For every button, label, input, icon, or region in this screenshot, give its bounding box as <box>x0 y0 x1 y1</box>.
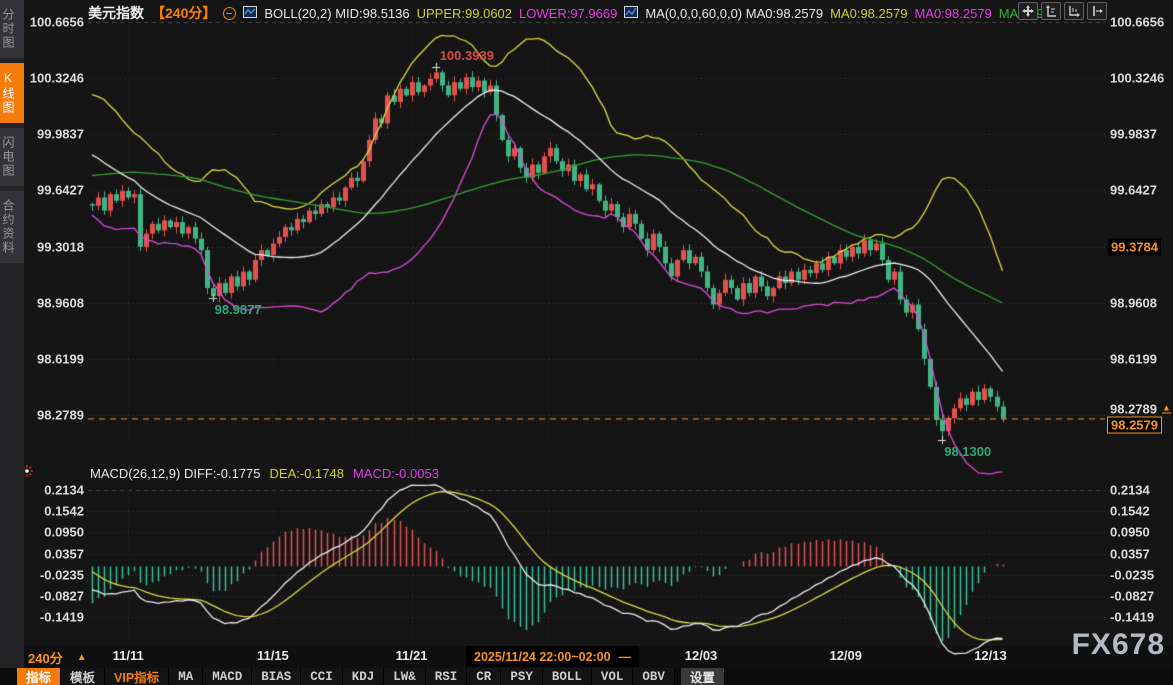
indicator-toolbar: 指标模板VIP指标MAMACDBIASCCIKDJLW&RSICRPSYBOLL… <box>0 668 1173 685</box>
y-axis-label-left: 99.6427 <box>26 183 84 198</box>
period-title: 【240分】 <box>151 3 216 23</box>
y-axis-label-right: 99.9837 <box>1110 127 1157 142</box>
x-axis-tick-label: 11/15 <box>257 648 289 663</box>
x-axis-tick-label: 11/21 <box>396 648 428 663</box>
toolbar-button-settings[interactable]: 设置 <box>681 668 725 685</box>
last-price-tag: 98.2579 <box>1107 417 1162 434</box>
toolbar-button-ma[interactable]: MA <box>169 668 203 685</box>
period-dropdown-arrow-icon: ▲ <box>77 652 87 663</box>
macd-axis-label-right: -0.0827 <box>1110 589 1154 604</box>
toolbar-button-templates[interactable]: 模板 <box>61 668 105 685</box>
y-axis-label-left: 98.9608 <box>26 295 84 310</box>
chart-canvas[interactable] <box>0 0 1173 685</box>
ma0-yellow-value: MA0:98.2579 <box>830 6 907 21</box>
macd-axis-label-right: 0.1542 <box>1110 504 1150 519</box>
y-axis-label-left: 100.6656 <box>26 15 84 30</box>
macd-axis-label-left: 0.2134 <box>26 483 84 498</box>
boll-upper-value: UPPER:99.0602 <box>417 6 512 21</box>
sidebar-item-kline-chart[interactable]: K线图 <box>0 63 24 123</box>
macd-axis-label-left: -0.0827 <box>26 589 84 604</box>
selected-candle-time-label: 2025/11/24 22:00~02:00 — <box>466 646 639 667</box>
pan-icon[interactable] <box>1018 2 1038 20</box>
y-axis-label-left: 99.3018 <box>26 239 84 254</box>
toolbar-button-lw[interactable]: LW& <box>384 668 426 685</box>
x-axis-tick-label: 12/09 <box>829 648 862 663</box>
macd-axis-label-right: 0.2134 <box>1110 483 1150 498</box>
ma-indicator-icon <box>624 6 638 21</box>
macd-axis-label-right: 0.0357 <box>1110 546 1150 561</box>
boll-lower-value: LOWER:97.9669 <box>519 6 617 21</box>
ma0-magenta-value: MA0:98.2579 <box>914 6 991 21</box>
macd-label: MACD(26,12,9) DIFF:-0.1775 <box>90 466 261 481</box>
macd-axis-label-left: 0.0357 <box>26 546 84 561</box>
macd-dea-value: DEA:-0.1748 <box>270 466 344 481</box>
toolbar-button-cci[interactable]: CCI <box>301 668 343 685</box>
macd-axis-label-left: 0.0950 <box>26 525 84 540</box>
toolbar-button-cr[interactable]: CR <box>467 668 501 685</box>
toolbar-button-kdj[interactable]: KDJ <box>343 668 385 685</box>
trading-app: 分时图 K线图闪电图合约资料 美元指数 【240分】 BOLL(20,2) MID… <box>0 0 1173 685</box>
y-axis-label-right: 99.6427 <box>1110 183 1157 198</box>
toolbar-button-psy[interactable]: PSY <box>501 668 543 685</box>
upper-band-price-tag: 99.3784 <box>1108 238 1161 255</box>
toolbar-button-rsi[interactable]: RSI <box>426 668 468 685</box>
y-axis-label-right: 98.6199 <box>1110 351 1157 366</box>
price-up-arrow-icon: ▲ <box>1162 404 1171 414</box>
boll-indicator-icon <box>243 6 257 21</box>
macd-axis-label-right: 0.0950 <box>1110 525 1150 540</box>
macd-axis-label-left: -0.1419 <box>26 610 84 625</box>
last-gridline-label: 98.2789 ▲ <box>1110 401 1171 416</box>
toolbar-button-macd[interactable]: MACD <box>203 668 252 685</box>
macd-axis-label-right: -0.0235 <box>1110 567 1154 582</box>
pane-toggle-icon[interactable] <box>1087 2 1107 20</box>
y-axis-label-right: 98.9608 <box>1110 295 1157 310</box>
macd-header: MACD(26,12,9) DIFF:-0.1775 DEA:-0.1748 M… <box>90 466 439 481</box>
y-axis-label-left: 98.2789 <box>26 407 84 422</box>
crosshair-dash-icon: — <box>619 650 632 664</box>
period-selector[interactable]: 240分 ▲ <box>28 648 87 667</box>
x-axis-tick-label: 12/13 <box>974 648 1007 663</box>
zoom-y-axis-icon[interactable] <box>1041 2 1061 20</box>
zoom-x-axis-icon[interactable] <box>1064 2 1084 20</box>
collapse-icon[interactable] <box>223 7 236 20</box>
toolbar-button-bias[interactable]: BIAS <box>252 668 301 685</box>
boll-label: BOLL(20,2) MID:98.5136 <box>264 6 409 21</box>
symbol-title: 美元指数 <box>88 3 144 23</box>
toolbar-button-vip-indicators[interactable]: VIP指标 <box>105 668 169 685</box>
y-axis-label-left: 98.6199 <box>26 351 84 366</box>
y-axis-label-left: 100.3246 <box>26 71 84 86</box>
sidebar-item-lightning-chart[interactable]: 闪电图 <box>0 128 24 186</box>
price-annotation: 98.9877 <box>215 302 262 317</box>
toolbar-button-vol[interactable]: VOL <box>592 668 634 685</box>
x-axis-tick-label: 11/11 <box>113 648 144 663</box>
toolbar-button-indicators[interactable]: 指标 <box>17 668 61 685</box>
y-axis-label-right: 100.6656 <box>1110 15 1164 30</box>
y-axis-label-left: 99.9837 <box>26 127 84 142</box>
toolbar-button-obv[interactable]: OBV <box>633 668 675 685</box>
macd-value: MACD:-0.0053 <box>353 466 439 481</box>
chart-toolbar-icons <box>1018 2 1107 20</box>
watermark: FX678 <box>1072 628 1165 662</box>
chart-type-sidebar: 分时图 K线图闪电图合约资料 <box>0 0 24 668</box>
ma-label: MA(0,0,0,60,0,0) MA0:98.2579 <box>645 6 823 21</box>
price-annotation: 100.3939 <box>440 48 494 63</box>
sidebar-item-contract-info[interactable]: 合约资料 <box>0 191 24 263</box>
price-annotation: 98.1300 <box>944 444 991 459</box>
x-axis-tick-label: 12/03 <box>685 648 718 663</box>
indicator-header: 美元指数 【240分】 BOLL(20,2) MID:98.5136 UPPER… <box>88 3 1044 23</box>
macd-axis-label-right: -0.1419 <box>1110 610 1154 625</box>
macd-axis-label-left: -0.0235 <box>26 567 84 582</box>
sidebar-item-minute-chart[interactable]: 分时图 <box>0 0 24 58</box>
y-axis-label-right: 100.3246 <box>1110 71 1164 86</box>
x-axis-row: 240分 ▲ 2025/11/24 22:00~02:00 — 11/11 11/… <box>24 646 1173 668</box>
toolbar-button-boll[interactable]: BOLL <box>543 668 592 685</box>
macd-axis-label-left: 0.1542 <box>26 504 84 519</box>
